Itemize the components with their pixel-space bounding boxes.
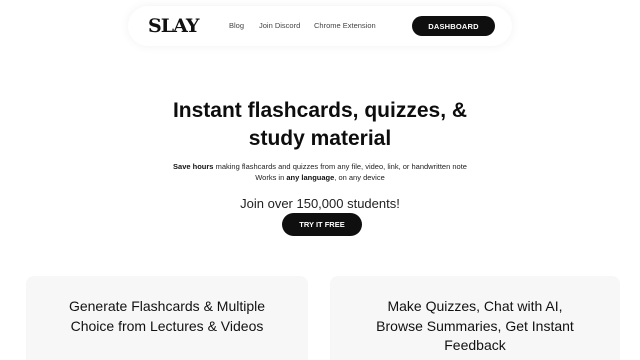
top-nav: SLAY Blog Join Discord Chrome Extension … <box>128 6 512 46</box>
hero-headline: Instant flashcards, quizzes, & study mat… <box>0 97 640 153</box>
any-language-emphasis: any language <box>286 173 335 182</box>
dashboard-button[interactable]: DASHBOARD <box>412 16 495 36</box>
save-hours-emphasis: Save hours <box>173 162 214 171</box>
feature-card-title-line: Make Quizzes, Chat with AI, <box>387 298 563 314</box>
try-it-free-button[interactable]: TRY IT FREE <box>282 213 362 236</box>
hero-subtext-2-pre: Works in <box>255 173 287 182</box>
join-students-text: Join over 150,000 students! <box>240 196 400 211</box>
nav-link-discord[interactable]: Join Discord <box>259 21 300 30</box>
feature-card-title: Make Quizzes, Chat with AI, Browse Summa… <box>330 297 620 356</box>
hero-subtext-1: Save hours making flashcards and quizzes… <box>0 162 640 171</box>
nav-link-chrome-extension[interactable]: Chrome Extension <box>314 21 376 30</box>
hero-subtext-2: Works in any language, on any device <box>0 173 640 182</box>
logo[interactable]: SLAY <box>148 15 199 37</box>
hero-headline-line-1: Instant flashcards, quizzes, & <box>172 99 468 122</box>
hero-subtext-1-rest: making flashcards and quizzes from any f… <box>213 162 467 171</box>
feature-card-title-line: Choice from Lectures & Videos <box>70 317 264 334</box>
landing-page: SLAY Blog Join Discord Chrome Extension … <box>0 0 640 360</box>
feature-card-title-line: Feedback <box>444 337 506 353</box>
feature-card-title: Generate Flashcards & Multiple Choice fr… <box>26 297 308 336</box>
hero-subtext-2-post: , on any device <box>334 173 385 182</box>
feature-card-flashcards: Generate Flashcards & Multiple Choice fr… <box>26 276 308 360</box>
hero-headline-line-2: study material <box>248 127 392 150</box>
feature-card-title-line: Generate Flashcards & Multiple <box>68 298 266 314</box>
feature-card-title-line: Browse Summaries, Get Instant <box>376 317 574 334</box>
feature-card-quizzes: Make Quizzes, Chat with AI, Browse Summa… <box>330 276 620 360</box>
nav-link-blog[interactable]: Blog <box>229 21 244 30</box>
